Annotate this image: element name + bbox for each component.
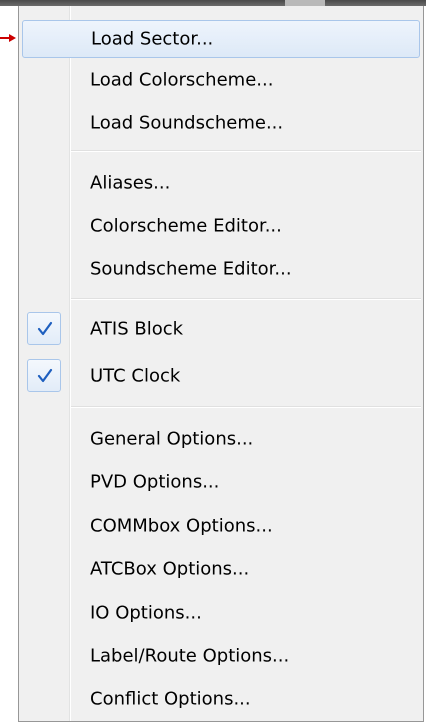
menu-item-colorscheme-editor[interactable]: Colorscheme Editor... [22,207,420,245]
menu-item-label: Label/Route Options... [90,645,290,667]
menu-item-pvd-options[interactable]: PVD Options... [22,463,420,501]
menu-item-label: Load Colorscheme... [90,69,274,91]
check-indicator [27,312,61,345]
menu-item-atis-block[interactable]: ATIS Block [22,310,420,348]
menu-item-load-soundscheme[interactable]: Load Soundscheme... [22,104,420,142]
menu-item-commbox-options[interactable]: COMMbox Options... [22,507,420,545]
menu-item-general-options[interactable]: General Options... [22,420,420,458]
checkmark-icon [37,368,53,383]
menu-item-label-route-options[interactable]: Label/Route Options... [22,637,420,675]
menu-item-label: Soundscheme Editor... [90,258,292,280]
menu-item-label: ATCBox Options... [90,558,250,580]
menu-item-label: Aliases... [90,172,171,194]
menu-item-utc-clock[interactable]: UTC Clock [22,357,420,395]
menu-item-label: UTC Clock [90,365,181,387]
menu-item-label: Conflict Options... [90,688,251,710]
menu-item-label: Load Soundscheme... [90,112,284,134]
menu-item-load-sector[interactable]: Load Sector... [22,20,420,58]
menu-item-label: Load Sector... [91,28,214,50]
menu-item-conflict-options[interactable]: Conflict Options... [22,680,420,718]
menu-item-label: ATIS Block [90,318,184,340]
menu-item-aliases[interactable]: Aliases... [22,164,420,202]
check-indicator [27,359,61,392]
menu-separator [71,150,421,152]
menu-item-atcbox-options[interactable]: ATCBox Options... [22,550,420,588]
arrow-pointer-icon [0,34,16,42]
menu-item-label: General Options... [90,428,254,450]
menu-separator [71,406,421,408]
menu-item-load-colorscheme[interactable]: Load Colorscheme... [22,61,420,99]
menu-item-io-options[interactable]: IO Options... [22,594,420,632]
menu-item-soundscheme-editor[interactable]: Soundscheme Editor... [22,250,420,288]
menu-item-label: PVD Options... [90,471,220,493]
context-menu: Load Sector... Load Colorscheme... Load … [18,6,424,722]
menu-separator [71,298,421,300]
menu-item-label: COMMbox Options... [90,515,273,537]
menu-item-label: Colorscheme Editor... [90,215,282,237]
checkmark-icon [37,321,53,336]
menu-item-label: IO Options... [90,602,202,624]
